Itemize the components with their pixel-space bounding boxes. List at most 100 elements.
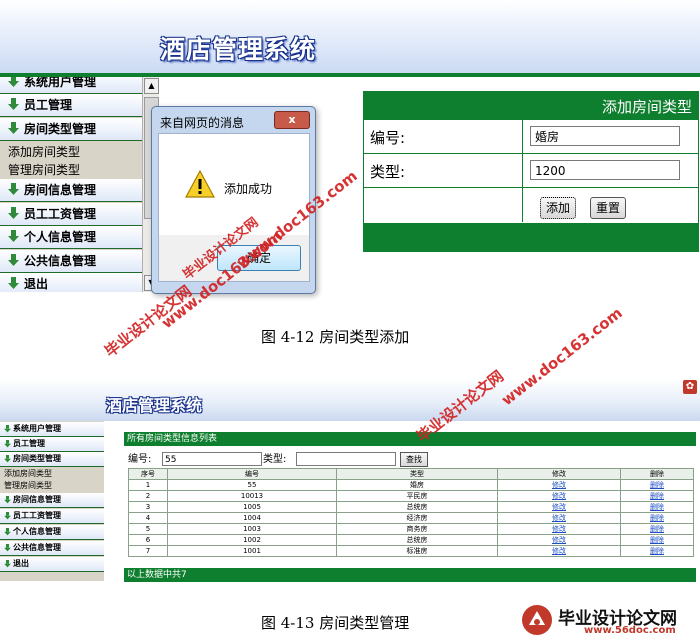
corner-badge-icon: ✿ xyxy=(683,380,697,394)
cell-id: 10013 xyxy=(167,490,337,502)
cell-type: 标准房 xyxy=(336,545,498,557)
sidebar-item-label: 个人信息管理 xyxy=(13,527,61,536)
sidebar-item-staff[interactable]: 员工管理 xyxy=(0,94,142,117)
sidebar-item-staff-salary[interactable]: 员工工资管理 xyxy=(0,509,104,524)
list-header: 所有房间类型信息列表 xyxy=(124,432,696,446)
delete-link[interactable]: 删除 xyxy=(620,501,694,513)
edit-link[interactable]: 修改 xyxy=(497,490,621,502)
sidebar-sub-add-room-type[interactable]: 添加房间类型 xyxy=(8,143,80,160)
sidebar-item-label: 系统用户管理 xyxy=(13,424,61,433)
down-arrow-icon xyxy=(8,77,19,87)
sidebar-item-label: 员工管理 xyxy=(24,98,73,112)
room-type-list-panel: 所有房间类型信息列表 编号: 55 类型: 查找 序号 编号 类型 修改 删除 … xyxy=(124,432,696,582)
sidebar-item-label: 个人信息管理 xyxy=(24,230,97,244)
top-app-title: 酒店管理系统 xyxy=(160,35,317,64)
add-button[interactable]: 添加 xyxy=(540,197,576,219)
type-input[interactable]: 1200 xyxy=(530,160,680,180)
edit-link[interactable]: 修改 xyxy=(497,545,621,557)
delete-link[interactable]: 删除 xyxy=(620,512,694,524)
delete-link[interactable]: 删除 xyxy=(620,479,694,491)
sidebar-item-label: 员工工资管理 xyxy=(13,511,61,520)
sidebar-item-staff[interactable]: 员工管理 xyxy=(0,437,104,452)
add-room-type-form: 添加房间类型 编号: 婚房 类型: 1200 添加 重置 xyxy=(363,91,699,252)
column-header: 序号 xyxy=(128,468,168,480)
sidebar-item-label: 房间信息管理 xyxy=(24,183,97,197)
sidebar-item-personal-info[interactable]: 个人信息管理 xyxy=(0,226,142,249)
sidebar-item-label: 房间类型管理 xyxy=(13,454,61,463)
cell-index: 6 xyxy=(128,534,168,546)
sidebar-item-label: 退出 xyxy=(13,559,29,568)
sidebar-item-logout[interactable]: 退出 xyxy=(0,273,142,292)
warning-icon xyxy=(185,170,215,198)
sidebar-item-public-info[interactable]: 公共信息管理 xyxy=(0,250,142,273)
sidebar-item-label: 公共信息管理 xyxy=(13,543,61,552)
scroll-up-icon[interactable]: ▲ xyxy=(144,78,159,94)
sidebar-item-label: 公共信息管理 xyxy=(24,254,97,268)
sidebar-item-logout[interactable]: 退出 xyxy=(0,557,104,572)
sidebar-item-system-users[interactable]: 系统用户管理 xyxy=(0,422,104,437)
delete-link[interactable]: 删除 xyxy=(620,545,694,557)
sidebar-item-room-types[interactable]: 房间类型管理 xyxy=(0,452,104,467)
table-row: 5 1003 商务房 修改 删除 xyxy=(128,523,694,535)
table-row: 2 10013 平民房 修改 删除 xyxy=(128,490,694,502)
sidebar-item-personal-info[interactable]: 个人信息管理 xyxy=(0,525,104,540)
top-sidebar: 系统用户管理 员工管理 房间类型管理 添加房间类型 管理房间类型 房间信息管理 … xyxy=(0,77,142,292)
column-header: 类型 xyxy=(336,468,498,480)
down-arrow-icon xyxy=(8,98,19,110)
search-type-input[interactable] xyxy=(296,452,396,466)
sidebar-item-staff-salary[interactable]: 员工工资管理 xyxy=(0,203,142,226)
search-type-label: 类型: xyxy=(263,454,287,465)
table-row: 4 1004 经济房 修改 删除 xyxy=(128,512,694,524)
edit-link[interactable]: 修改 xyxy=(497,523,621,535)
sidebar-item-system-users[interactable]: 系统用户管理 xyxy=(0,77,142,94)
sidebar-sub-manage-room-type[interactable]: 管理房间类型 xyxy=(8,161,80,178)
down-arrow-icon xyxy=(8,207,19,219)
cell-type: 平民房 xyxy=(336,490,498,502)
delete-link[interactable]: 删除 xyxy=(620,490,694,502)
sidebar-item-room-info[interactable]: 房间信息管理 xyxy=(0,493,104,508)
table-row: 1 55 婚房 修改 删除 xyxy=(128,479,694,491)
sidebar-item-room-info[interactable]: 房间信息管理 xyxy=(0,179,142,202)
cell-type: 总统房 xyxy=(336,501,498,513)
type-label: 类型: xyxy=(370,163,406,181)
cell-type: 婚房 xyxy=(336,479,498,491)
reset-button[interactable]: 重置 xyxy=(590,197,626,219)
sidebar-item-public-info[interactable]: 公共信息管理 xyxy=(0,541,104,556)
down-arrow-icon xyxy=(4,528,11,536)
dialog-title: 来自网页的消息 xyxy=(160,116,245,130)
top-banner xyxy=(0,0,700,76)
edit-link[interactable]: 修改 xyxy=(497,534,621,546)
table-row: 6 1002 总统房 修改 删除 xyxy=(128,534,694,546)
delete-link[interactable]: 删除 xyxy=(620,534,694,546)
down-arrow-icon xyxy=(8,122,19,134)
cell-id: 55 xyxy=(167,479,337,491)
delete-link[interactable]: 删除 xyxy=(620,523,694,535)
edit-link[interactable]: 修改 xyxy=(497,479,621,491)
form-row-id: 编号: 婚房 xyxy=(364,119,698,154)
id-input[interactable]: 婚房 xyxy=(530,126,680,146)
search-id-input[interactable]: 55 xyxy=(162,452,262,466)
bottom-sidebar: 系统用户管理 员工管理 房间类型管理 添加房间类型 管理房间类型 房间信息管理 … xyxy=(0,421,104,581)
figure-caption-4-12: 图 4-12 房间类型添加 xyxy=(261,328,410,346)
dialog-close-button[interactable]: x xyxy=(274,111,310,129)
search-button[interactable]: 查找 xyxy=(400,452,428,467)
dialog-message: 添加成功 xyxy=(224,182,273,196)
sidebar-sub-manage-room-type[interactable]: 管理房间类型 xyxy=(4,480,52,491)
sidebar-sub-add-room-type[interactable]: 添加房间类型 xyxy=(4,468,52,479)
edit-link[interactable]: 修改 xyxy=(497,501,621,513)
bottom-banner xyxy=(0,379,700,421)
down-arrow-icon xyxy=(4,440,11,448)
edit-link[interactable]: 修改 xyxy=(497,512,621,524)
column-header: 编号 xyxy=(167,468,337,480)
cell-index: 3 xyxy=(128,501,168,513)
sidebar-item-room-types[interactable]: 房间类型管理 xyxy=(0,118,142,141)
down-arrow-icon xyxy=(8,230,19,242)
down-arrow-icon xyxy=(4,560,11,568)
figure-caption-4-13: 图 4-13 房间类型管理 xyxy=(261,614,410,632)
form-row-actions xyxy=(364,187,698,224)
list-footer: 以上数据中共7 xyxy=(124,568,696,582)
cell-id: 1005 xyxy=(167,501,337,513)
down-arrow-icon xyxy=(4,455,11,463)
cell-index: 4 xyxy=(128,512,168,524)
form-title: 添加房间类型 xyxy=(601,98,692,116)
